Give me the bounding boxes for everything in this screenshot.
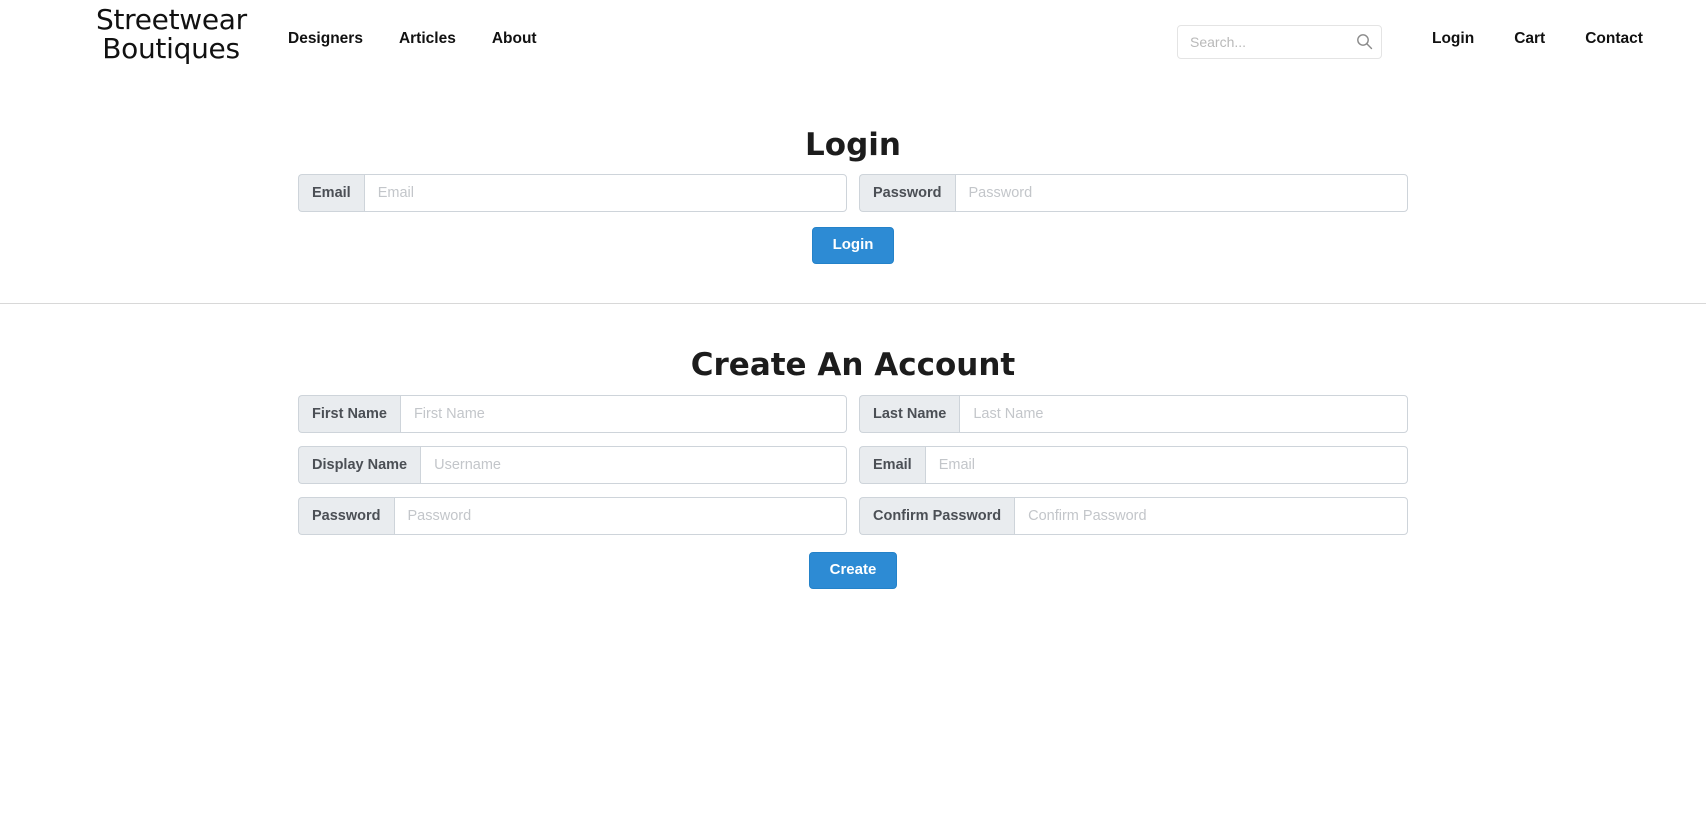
register-last-name-input[interactable] xyxy=(959,395,1408,433)
register-email-input[interactable] xyxy=(924,446,1408,484)
login-form: Email Password xyxy=(298,174,1408,212)
register-first-name-label: First Name xyxy=(298,395,400,433)
nav-link-designers[interactable]: Designers xyxy=(270,30,381,48)
create-account-button[interactable]: Create xyxy=(808,552,898,589)
brand-line-2: Boutiques xyxy=(102,31,240,65)
register-display-name-input[interactable] xyxy=(420,446,847,484)
login-password-label: Password xyxy=(859,174,955,212)
register-password-group: Password xyxy=(298,497,847,535)
secondary-nav: Login Cart Contact xyxy=(1412,30,1663,48)
nav-link-login[interactable]: Login xyxy=(1412,30,1494,48)
register-email-group: Email xyxy=(859,446,1408,484)
login-email-group: Email xyxy=(298,174,847,212)
register-confirm-password-group: Confirm Password xyxy=(859,497,1408,535)
search-box xyxy=(1177,25,1382,59)
register-display-name-label: Display Name xyxy=(298,446,421,484)
nav-link-about[interactable]: About xyxy=(474,30,555,48)
search-input[interactable] xyxy=(1177,25,1382,59)
nav-link-articles[interactable]: Articles xyxy=(381,30,474,48)
register-password-input[interactable] xyxy=(393,497,847,535)
login-email-label: Email xyxy=(298,174,364,212)
register-last-name-label: Last Name xyxy=(859,395,960,433)
login-button-row: Login xyxy=(0,227,1706,264)
register-confirm-password-input[interactable] xyxy=(1014,497,1408,535)
register-last-name-group: Last Name xyxy=(859,395,1408,433)
register-first-name-input[interactable] xyxy=(399,395,847,433)
nav-link-cart[interactable]: Cart xyxy=(1494,30,1565,48)
site-logo[interactable]: Streetwear Boutiques xyxy=(96,5,247,65)
primary-nav: Designers Articles About xyxy=(270,30,555,48)
register-display-name-group: Display Name xyxy=(298,446,847,484)
login-password-group: Password xyxy=(859,174,1408,212)
section-divider xyxy=(0,303,1706,304)
login-submit-button[interactable]: Login xyxy=(811,227,895,264)
register-email-label: Email xyxy=(859,446,925,484)
login-password-input[interactable] xyxy=(954,174,1408,212)
top-navbar: Streetwear Boutiques Designers Articles … xyxy=(0,0,1706,76)
nav-link-contact[interactable]: Contact xyxy=(1565,30,1663,48)
register-form: First Name Last Name Display Name Email … xyxy=(298,395,1408,535)
register-section-title: Create An Account xyxy=(690,347,1016,383)
login-email-input[interactable] xyxy=(363,174,847,212)
register-first-name-group: First Name xyxy=(298,395,847,433)
login-section-title: Login xyxy=(805,127,901,163)
register-confirm-password-label: Confirm Password xyxy=(859,497,1015,535)
create-button-row: Create xyxy=(0,552,1706,589)
register-password-label: Password xyxy=(298,497,394,535)
